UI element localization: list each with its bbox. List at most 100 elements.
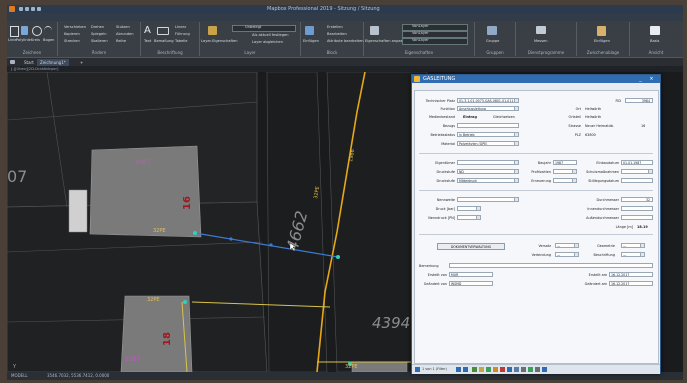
select-icon[interactable] xyxy=(514,367,519,372)
durchmesser-field[interactable]: 32 xyxy=(621,197,653,202)
dimension-tool-icon[interactable] xyxy=(157,27,169,35)
chevron-down-icon[interactable] xyxy=(514,170,518,173)
erstellt-von-field[interactable]: MUR xyxy=(449,272,493,277)
bemerkung-field[interactable] xyxy=(449,263,653,268)
innendurchmesser-field[interactable] xyxy=(621,206,653,211)
measure-icon[interactable] xyxy=(536,26,546,34)
tech-platz-field[interactable]: 01-3.1-01-0073-GAS-0801-01-011 xyxy=(457,98,519,103)
annot-table[interactable]: Tabelle xyxy=(175,39,188,43)
beschriftung-field[interactable]: — xyxy=(621,252,645,257)
erneuerung-field[interactable] xyxy=(553,178,577,183)
chevron-down-icon[interactable] xyxy=(514,107,518,110)
circle-tool-icon[interactable] xyxy=(32,26,42,36)
quick-access-save-icon[interactable] xyxy=(19,7,23,11)
document-management-button[interactable]: DOKUMENTVERWALTUNG xyxy=(437,243,505,250)
verbindung-field[interactable]: — xyxy=(555,252,579,257)
geometrie-field[interactable]: — xyxy=(621,243,645,248)
aussendurchmesser-field[interactable] xyxy=(621,215,653,220)
chevron-down-icon[interactable] xyxy=(514,179,518,182)
block-attr-edit[interactable]: Attribute bearbeiten xyxy=(327,39,364,43)
model-space-label[interactable]: MODELL xyxy=(11,372,28,380)
sort-icon[interactable] xyxy=(479,367,484,372)
print-icon[interactable] xyxy=(521,367,526,372)
bezugs-field[interactable] xyxy=(457,123,519,128)
quick-access-redo-icon[interactable] xyxy=(31,7,35,11)
delete-record-icon[interactable] xyxy=(500,367,505,372)
quick-access-undo-icon[interactable] xyxy=(25,7,29,11)
minimize-icon[interactable]: _ xyxy=(638,75,643,82)
chevron-down-icon[interactable] xyxy=(572,170,576,173)
doc-tab-start[interactable]: Start xyxy=(21,59,37,66)
modify-move[interactable]: Verschieben xyxy=(64,25,86,29)
polyline-tool-icon[interactable] xyxy=(21,26,28,35)
profilzahlen-field[interactable] xyxy=(553,169,577,174)
chevron-down-icon[interactable] xyxy=(574,244,578,247)
druck-field[interactable] xyxy=(457,206,481,211)
menu-icon[interactable] xyxy=(10,60,15,64)
modify-copy[interactable]: Kopieren xyxy=(64,32,80,36)
arc-tool-icon[interactable] xyxy=(44,26,52,35)
modify-rotate[interactable]: Drehen xyxy=(91,25,104,29)
einbaudatum-field[interactable]: 01.01.1987 xyxy=(621,160,653,165)
settings-icon[interactable] xyxy=(535,367,540,372)
new-tab-button[interactable]: + xyxy=(77,59,86,66)
funktion-field[interactable]: Anschlussleitung xyxy=(457,106,519,111)
modify-mirror[interactable]: Spiegeln xyxy=(91,32,107,36)
zoom-to-icon[interactable] xyxy=(507,367,512,372)
modify-scale[interactable]: Skalieren xyxy=(91,39,108,43)
annot-linear[interactable]: Linear xyxy=(175,25,186,29)
quick-access-print-icon[interactable] xyxy=(37,7,41,11)
eigentuemer-field[interactable] xyxy=(457,160,519,165)
druckstufe-field[interactable]: ND xyxy=(457,169,519,174)
base-view-icon[interactable] xyxy=(650,26,660,35)
geaendert-am-field[interactable]: 16.12.2017 xyxy=(609,281,653,286)
chevron-down-icon[interactable] xyxy=(514,133,518,136)
schutzmassnahmen-field[interactable] xyxy=(621,169,653,174)
dialog-title-bar[interactable]: GASLEITUNG _ × xyxy=(412,75,660,83)
block-insert-icon[interactable] xyxy=(305,26,314,35)
first-record-icon[interactable] xyxy=(415,367,420,372)
betriebsstatus-field[interactable]: in Betrieb xyxy=(457,132,519,137)
geaendert-von-field[interactable]: WSMD xyxy=(449,281,493,286)
material-field[interactable]: Polyethylen (GPE) xyxy=(457,141,519,146)
filter-icon[interactable] xyxy=(472,367,477,372)
modify-stretch[interactable]: Strecken xyxy=(64,39,80,43)
chevron-down-icon[interactable] xyxy=(476,207,480,210)
block-create[interactable]: Erstellen xyxy=(327,25,343,29)
baujahr-field[interactable]: 1987 xyxy=(553,160,577,165)
add-record-icon[interactable] xyxy=(486,367,491,372)
export-icon[interactable] xyxy=(528,367,533,372)
last-record-icon[interactable] xyxy=(463,367,468,372)
edit-record-icon[interactable] xyxy=(493,367,498,372)
match-properties-icon[interactable] xyxy=(370,26,379,35)
chevron-down-icon[interactable] xyxy=(648,170,652,173)
fid-field[interactable]: 3984 xyxy=(625,98,653,103)
erstellt-am-field[interactable]: 16.12.2017 xyxy=(609,272,653,277)
chevron-down-icon[interactable] xyxy=(640,244,644,247)
versatz-field[interactable]: — xyxy=(555,243,579,248)
doc-tab-drawing1[interactable]: Zeichnung1* xyxy=(37,59,69,66)
chevron-down-icon[interactable] xyxy=(514,99,518,102)
layer-dropdown[interactable] xyxy=(232,25,296,32)
group-icon[interactable] xyxy=(487,26,497,35)
help-icon[interactable] xyxy=(542,367,547,372)
chevron-down-icon[interactable] xyxy=(514,142,518,145)
layer-set-current[interactable]: Als aktuell festlegen xyxy=(252,33,289,37)
layer-match[interactable]: Layer abgleichen xyxy=(252,40,283,44)
stilllegungsdatum-field[interactable] xyxy=(621,178,653,183)
modify-trim[interactable]: Stutzen xyxy=(116,25,130,29)
chevron-down-icon[interactable] xyxy=(514,198,518,201)
layer-properties-icon[interactable] xyxy=(208,26,217,35)
next-record-icon[interactable] xyxy=(456,367,461,372)
text-tool-icon[interactable]: A xyxy=(144,26,153,36)
nenndruck-field[interactable] xyxy=(457,215,481,220)
chevron-down-icon[interactable] xyxy=(476,216,480,219)
annot-leader[interactable]: Führung xyxy=(175,32,190,36)
gleichsetzen-button[interactable]: Gleichsetzen xyxy=(493,115,515,119)
chevron-down-icon[interactable] xyxy=(572,179,576,182)
druckstufe2-field[interactable]: Mitteldruck xyxy=(457,178,519,183)
close-icon[interactable]: × xyxy=(649,75,654,82)
nennweite-field[interactable] xyxy=(457,197,519,202)
paste-icon[interactable] xyxy=(597,26,606,36)
chevron-down-icon[interactable] xyxy=(514,161,518,164)
